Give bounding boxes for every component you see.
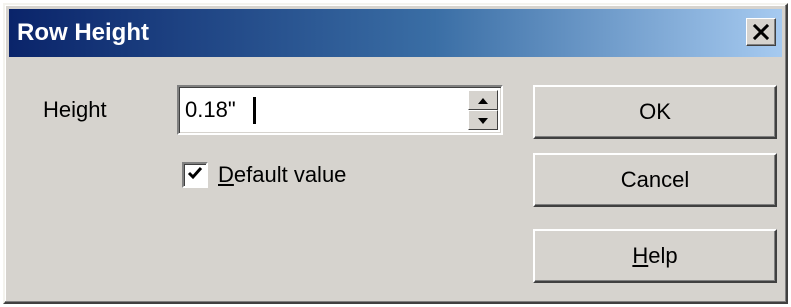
height-label: Height: [43, 97, 107, 122]
title-bar[interactable]: Row Height: [9, 9, 782, 57]
cancel-button[interactable]: Cancel: [533, 153, 777, 207]
close-button[interactable]: [746, 18, 776, 46]
help-button[interactable]: Help: [533, 229, 777, 283]
help-button-label: Help: [632, 243, 677, 269]
help-mnemonic: H: [632, 243, 649, 268]
ok-button[interactable]: OK: [533, 85, 777, 139]
dialog-title: Row Height: [17, 19, 149, 46]
default-value-mnemonic: D: [218, 162, 234, 187]
default-value-checkbox-row[interactable]: Default value: [182, 160, 346, 190]
height-spinbox[interactable]: [177, 85, 503, 135]
default-value-label: Default value: [218, 162, 346, 188]
help-label-rest: elp: [648, 243, 678, 268]
cancel-button-label: Cancel: [620, 167, 690, 192]
default-value-checkbox[interactable]: [182, 162, 208, 188]
spin-down-button[interactable]: [468, 110, 498, 130]
close-icon: [752, 24, 770, 40]
row-height-dialog: Row Height Height 0.18" Default value OK…: [3, 3, 788, 304]
text-caret: [253, 97, 256, 124]
checkmark-icon: [187, 166, 203, 185]
spin-down-icon: [478, 111, 488, 129]
spin-up-button[interactable]: [468, 90, 498, 110]
default-value-label-rest: efault value: [233, 162, 347, 187]
height-input[interactable]: [183, 91, 465, 129]
spin-up-icon: [478, 91, 488, 109]
ok-button-label: OK: [639, 99, 671, 124]
spin-buttons: [468, 90, 498, 130]
